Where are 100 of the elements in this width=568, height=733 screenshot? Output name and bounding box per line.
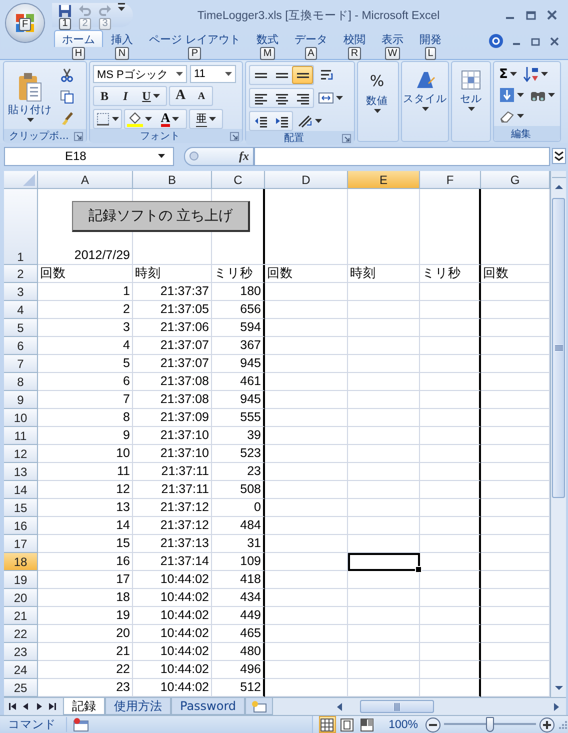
first-sheet-icon[interactable] xyxy=(8,701,18,712)
close-icon[interactable] xyxy=(546,9,558,21)
column-header[interactable]: E xyxy=(348,171,420,189)
insert-function-button[interactable]: fx xyxy=(239,148,249,164)
row-header[interactable]: 10 xyxy=(4,409,38,427)
insert-sheet-button[interactable] xyxy=(245,698,274,715)
help-icon[interactable] xyxy=(489,34,503,48)
ribbon-tab[interactable]: ページ レイアウト xyxy=(141,30,248,47)
row-header[interactable]: 17 xyxy=(4,535,38,553)
row-header[interactable]: 19 xyxy=(4,571,38,589)
align-button[interactable] xyxy=(292,66,313,84)
grow-font-button[interactable]: A xyxy=(170,87,191,105)
row-header[interactable]: 5 xyxy=(4,319,38,337)
row-header[interactable]: 23 xyxy=(4,643,38,661)
sort-button[interactable] xyxy=(520,65,550,83)
ribbon-tab[interactable]: 数式 xyxy=(248,30,286,47)
empty-cell[interactable] xyxy=(420,607,481,625)
dialog-launcher-icon[interactable] xyxy=(74,132,83,141)
slider-thumb[interactable] xyxy=(486,717,494,732)
row-header[interactable]: 4 xyxy=(4,301,38,319)
row-header[interactable]: 16 xyxy=(4,517,38,535)
row-header[interactable]: 8 xyxy=(4,373,38,391)
empty-cell[interactable] xyxy=(420,355,481,373)
empty-cell[interactable] xyxy=(420,391,481,409)
row-header[interactable]: 11 xyxy=(4,427,38,445)
macro-button[interactable]: 記録ソフトの 立ち上げ xyxy=(72,201,250,232)
row-header[interactable]: 9 xyxy=(4,391,38,409)
phonetic-button[interactable]: 亜 xyxy=(190,110,222,128)
autosum-button[interactable]: Σ xyxy=(497,65,519,83)
empty-cell[interactable] xyxy=(420,283,481,301)
number-format-button[interactable]: % 数値 xyxy=(361,65,393,127)
next-sheet-icon[interactable] xyxy=(34,701,44,712)
empty-cell[interactable] xyxy=(420,571,481,589)
row-header[interactable]: 15 xyxy=(4,499,38,517)
shrink-font-button[interactable]: A xyxy=(191,87,212,105)
styles-button[interactable]: スタイル xyxy=(405,65,445,127)
empty-cell[interactable] xyxy=(420,535,481,553)
active-cell[interactable] xyxy=(348,553,420,571)
empty-cell[interactable] xyxy=(420,445,481,463)
last-sheet-icon[interactable] xyxy=(47,701,57,712)
column-header[interactable]: A xyxy=(38,171,133,189)
row-header[interactable]: 22 xyxy=(4,625,38,643)
fill-handle[interactable] xyxy=(415,566,422,573)
empty-cell[interactable] xyxy=(420,463,481,481)
column-header[interactable]: C xyxy=(212,171,265,189)
empty-cell[interactable] xyxy=(420,553,481,571)
dialog-launcher-icon[interactable] xyxy=(230,132,239,141)
view-button[interactable] xyxy=(338,716,356,733)
row-header[interactable]: 6 xyxy=(4,337,38,355)
name-box[interactable]: E18 xyxy=(4,146,174,166)
sheet-tab[interactable]: Password xyxy=(171,698,246,715)
view-button[interactable] xyxy=(358,716,376,733)
dialog-launcher-icon[interactable] xyxy=(342,134,351,143)
empty-cell[interactable] xyxy=(420,643,481,661)
row-header[interactable]: 14 xyxy=(4,481,38,499)
row-header[interactable]: 20 xyxy=(4,589,38,607)
row-header[interactable]: 3 xyxy=(4,283,38,301)
empty-cell[interactable] xyxy=(420,409,481,427)
previous-sheet-icon[interactable] xyxy=(21,701,31,712)
view-button[interactable] xyxy=(318,716,336,733)
ribbon-tab[interactable]: 挿入 xyxy=(103,30,141,47)
customize-icon[interactable] xyxy=(118,3,125,11)
ribbon-tab[interactable]: 校閲 xyxy=(336,30,374,47)
empty-cell[interactable] xyxy=(420,337,481,355)
row-header[interactable]: 18 xyxy=(4,553,38,571)
fill-button[interactable] xyxy=(497,86,526,104)
ribbon-tab[interactable]: 表示 xyxy=(374,30,412,47)
scrollbar-thumb[interactable] xyxy=(360,700,434,713)
empty-cell[interactable] xyxy=(420,319,481,337)
paste-button[interactable]: 貼り付け xyxy=(7,66,53,128)
expand-icon[interactable] xyxy=(552,148,566,164)
column-header[interactable]: G xyxy=(481,171,550,189)
row-header[interactable]: 21 xyxy=(4,607,38,625)
ribbon-tab[interactable]: 開発 xyxy=(412,30,450,47)
empty-cell[interactable] xyxy=(420,589,481,607)
ribbon-tab[interactable]: ホーム xyxy=(54,30,103,47)
bold-button[interactable]: B xyxy=(94,87,115,105)
sheet-tab[interactable]: 使用方法 xyxy=(105,698,171,715)
row-header[interactable]: 1 xyxy=(4,189,38,265)
save-icon[interactable] xyxy=(58,4,72,18)
empty-cell[interactable] xyxy=(420,301,481,319)
column-header[interactable]: B xyxy=(133,171,212,189)
zoom-level[interactable]: 100% xyxy=(388,718,418,730)
scrollbar-thumb[interactable] xyxy=(552,198,565,498)
select-all-button[interactable] xyxy=(4,171,38,189)
zoom-out-icon[interactable] xyxy=(425,716,441,732)
empty-cell[interactable] xyxy=(420,517,481,535)
cells-button[interactable]: セル xyxy=(455,65,487,127)
font-size-dropdown[interactable]: 11 xyxy=(190,65,236,83)
restore-icon[interactable] xyxy=(530,36,541,46)
ribbon-tab[interactable]: データ xyxy=(286,30,336,47)
office-button[interactable]: F xyxy=(6,4,44,42)
formula-input[interactable] xyxy=(254,146,550,166)
italic-button[interactable]: I xyxy=(115,87,136,105)
row-header[interactable]: 25 xyxy=(4,679,38,697)
row-header[interactable]: 24 xyxy=(4,661,38,679)
font-name-dropdown[interactable]: MS Pゴシック xyxy=(93,65,187,83)
underline-button[interactable]: U xyxy=(136,87,166,105)
column-header[interactable]: F xyxy=(420,171,481,189)
empty-cell[interactable] xyxy=(420,499,481,517)
